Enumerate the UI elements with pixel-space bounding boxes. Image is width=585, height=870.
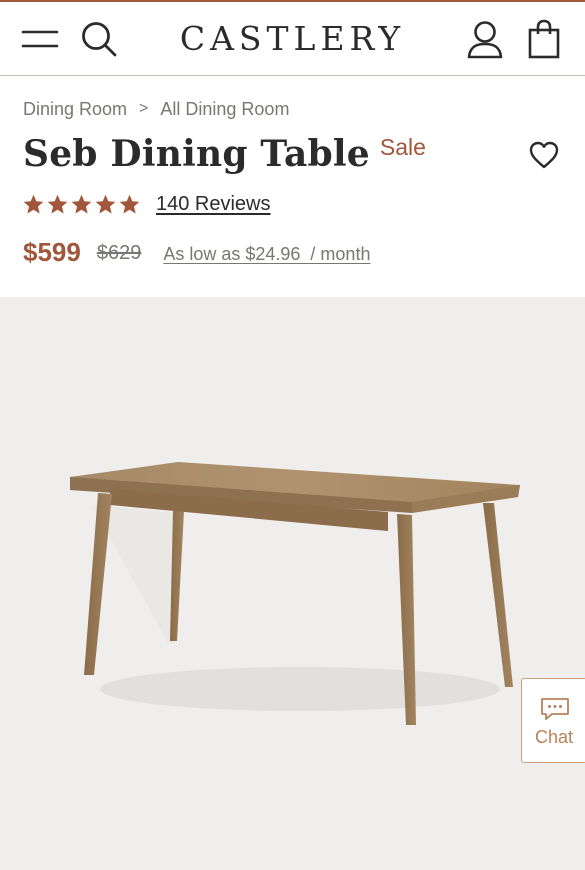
reviews-link[interactable]: 140 Reviews	[156, 193, 271, 216]
star-icon	[71, 194, 92, 214]
rating-row: 140 Reviews	[22, 189, 271, 219]
breadcrumb-link-dining-room[interactable]: Dining Room	[23, 99, 127, 120]
star-rating	[22, 193, 141, 216]
sale-price: $599	[23, 236, 81, 267]
star-icon	[119, 194, 140, 214]
product-image[interactable]	[0, 297, 585, 870]
price-row: $599 $629 As low as $24.96 / month	[23, 232, 370, 272]
product-title: Seb Dining Table	[23, 133, 370, 175]
back-right-leg	[483, 503, 513, 687]
product-title-row: Seb Dining Table Sale	[23, 128, 426, 180]
financing-link[interactable]: As low as $24.96 / month	[163, 244, 370, 265]
shopping-bag-icon[interactable]	[524, 18, 564, 60]
wishlist-heart-icon[interactable]	[526, 137, 562, 173]
chat-button[interactable]: Chat	[521, 678, 585, 763]
chat-label: Chat	[534, 727, 574, 747]
hamburger-menu-icon[interactable]	[20, 18, 60, 60]
original-price: $629	[96, 242, 142, 264]
star-icon	[95, 194, 116, 214]
user-account-icon[interactable]	[465, 18, 505, 60]
breadcrumb-separator: >	[139, 100, 149, 117]
star-icon	[23, 194, 44, 214]
site-header: CASTLERY	[0, 2, 585, 76]
breadcrumb: Dining Room > All Dining Room	[23, 97, 289, 121]
front-left-leg	[84, 493, 112, 675]
search-icon[interactable]	[79, 18, 119, 60]
brand-logo[interactable]: CASTLERY	[150, 18, 435, 60]
chat-bubble-icon	[541, 698, 569, 720]
star-icon	[47, 194, 68, 214]
sale-badge: Sale	[379, 134, 426, 160]
breadcrumb-link-all-dining-room[interactable]: All Dining Room	[160, 99, 289, 120]
dining-table-illustration	[70, 462, 520, 725]
table-shadow	[100, 667, 500, 711]
